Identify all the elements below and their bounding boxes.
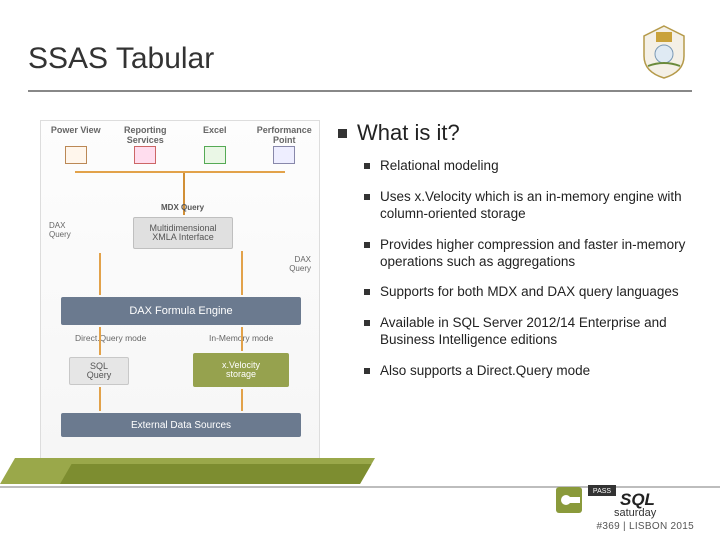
bullet-list: Relational modeling Uses x.Velocity whic…	[338, 158, 690, 380]
dax-query-label: DAX Query	[277, 255, 311, 273]
sqlsaturday-logo-icon: PASS SQL saturday	[554, 483, 694, 519]
logo-top-text: PASS	[593, 488, 611, 495]
box-line: storage	[226, 370, 256, 379]
client-label: Excel	[185, 125, 245, 145]
formula-engine-box: DAX Formula Engine	[61, 297, 301, 325]
multidimensional-box: Multidimensional XMLA Interface	[133, 217, 233, 249]
reporting-icon	[134, 146, 156, 164]
connector-line	[241, 327, 243, 351]
connector-line	[99, 387, 101, 411]
perfpoint-icon	[273, 146, 295, 164]
crest-icon	[634, 22, 694, 82]
main-heading-text: What is it?	[357, 120, 460, 146]
list-item: Supports for both MDX and DAX query lang…	[364, 284, 690, 301]
event-label: #369 | LISBON 2015	[596, 521, 694, 532]
client-label: Power View	[46, 125, 106, 145]
logo-sub-text: saturday	[614, 507, 657, 519]
content: Power View Reporting Services Excel Perf…	[40, 120, 690, 460]
footer-logo: PASS SQL saturday #369 | LISBON 2015	[554, 483, 694, 532]
connector-line	[99, 327, 101, 355]
bullet-square-icon	[338, 129, 347, 138]
list-item: Provides higher compression and faster i…	[364, 237, 690, 271]
main-heading: What is it?	[338, 120, 690, 146]
title-row: SSAS Tabular	[28, 42, 692, 76]
list-item: Relational modeling	[364, 158, 690, 175]
list-item: Also supports a Direct.Query mode	[364, 363, 690, 380]
connector-line	[75, 171, 285, 173]
footer-accent	[0, 458, 360, 484]
mdx-query-label: MDX Query	[161, 203, 204, 212]
slide: SSAS Tabular Power View Reporting Servic…	[0, 0, 720, 540]
client-label: Reporting Services	[115, 125, 175, 145]
excel-icon	[204, 146, 226, 164]
client-label: Performance Point	[254, 125, 314, 145]
box-line: XMLA Interface	[152, 233, 214, 242]
text-column: What is it? Relational modeling Uses x.V…	[338, 120, 690, 460]
list-item: Uses x.Velocity which is an in-memory en…	[364, 189, 690, 223]
powerview-icon	[65, 146, 87, 164]
client-headers: Power View Reporting Services Excel Perf…	[41, 125, 319, 145]
xvelocity-box: x.Velocity storage	[193, 353, 289, 387]
architecture-diagram: Power View Reporting Services Excel Perf…	[40, 120, 320, 460]
connector-line	[241, 251, 243, 295]
client-icons-row	[41, 143, 319, 167]
connector-line	[241, 389, 243, 411]
sql-query-box: SQL Query	[69, 357, 129, 385]
box-line: Query	[87, 371, 112, 380]
page-title: SSAS Tabular	[28, 42, 692, 76]
connector-line	[99, 253, 101, 295]
title-underline	[28, 90, 692, 92]
external-sources-box: External Data Sources	[61, 413, 301, 437]
dax-query-label: DAX Query	[49, 221, 89, 239]
mode-label: Direct.Query mode	[75, 333, 146, 343]
list-item: Available in SQL Server 2012/14 Enterpri…	[364, 315, 690, 349]
